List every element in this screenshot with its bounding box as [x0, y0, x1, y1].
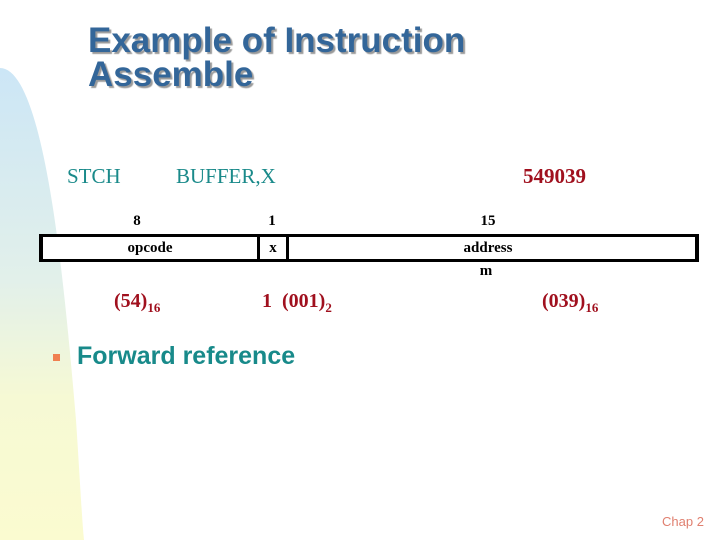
field-address: address: [463, 240, 513, 256]
bit-count-x: 1: [268, 213, 276, 229]
opcode-value-base: 16: [147, 300, 161, 315]
object-code: 549039: [523, 164, 586, 188]
slide-title: Example of Instruction Assemble: [88, 21, 466, 94]
field-x: x: [269, 240, 277, 256]
gradient-band: [0, 68, 84, 540]
slide-title-line2: Assemble: [88, 55, 254, 94]
address-value-base: 16: [585, 300, 599, 315]
address-sublabel: m: [479, 263, 493, 279]
x-value-base: 2: [325, 300, 332, 315]
opcode-value-text: (54): [114, 290, 148, 312]
footer-chapter: Chap 2: [662, 514, 704, 529]
x-value: 1 (001)2: [262, 290, 332, 316]
field-opcode: opcode: [127, 240, 173, 256]
address-value: (039)16: [542, 290, 598, 316]
bit-count-opcode: 8: [133, 213, 141, 229]
square-bullet-icon: [53, 354, 60, 361]
bullet-text: Forward reference: [77, 342, 296, 370]
opcode-value: (54)16: [114, 290, 160, 316]
x-value-text: 1 (001): [262, 290, 326, 312]
instruction-mnemonic: STCH: [67, 164, 121, 188]
instruction-format-box: opcode x address: [39, 234, 699, 262]
bit-count-address: 15: [480, 213, 496, 229]
instruction-operand: BUFFER,X: [176, 164, 276, 188]
slide-title-line1: Example of Instruction: [88, 21, 466, 60]
address-value-text: (039): [542, 290, 586, 312]
